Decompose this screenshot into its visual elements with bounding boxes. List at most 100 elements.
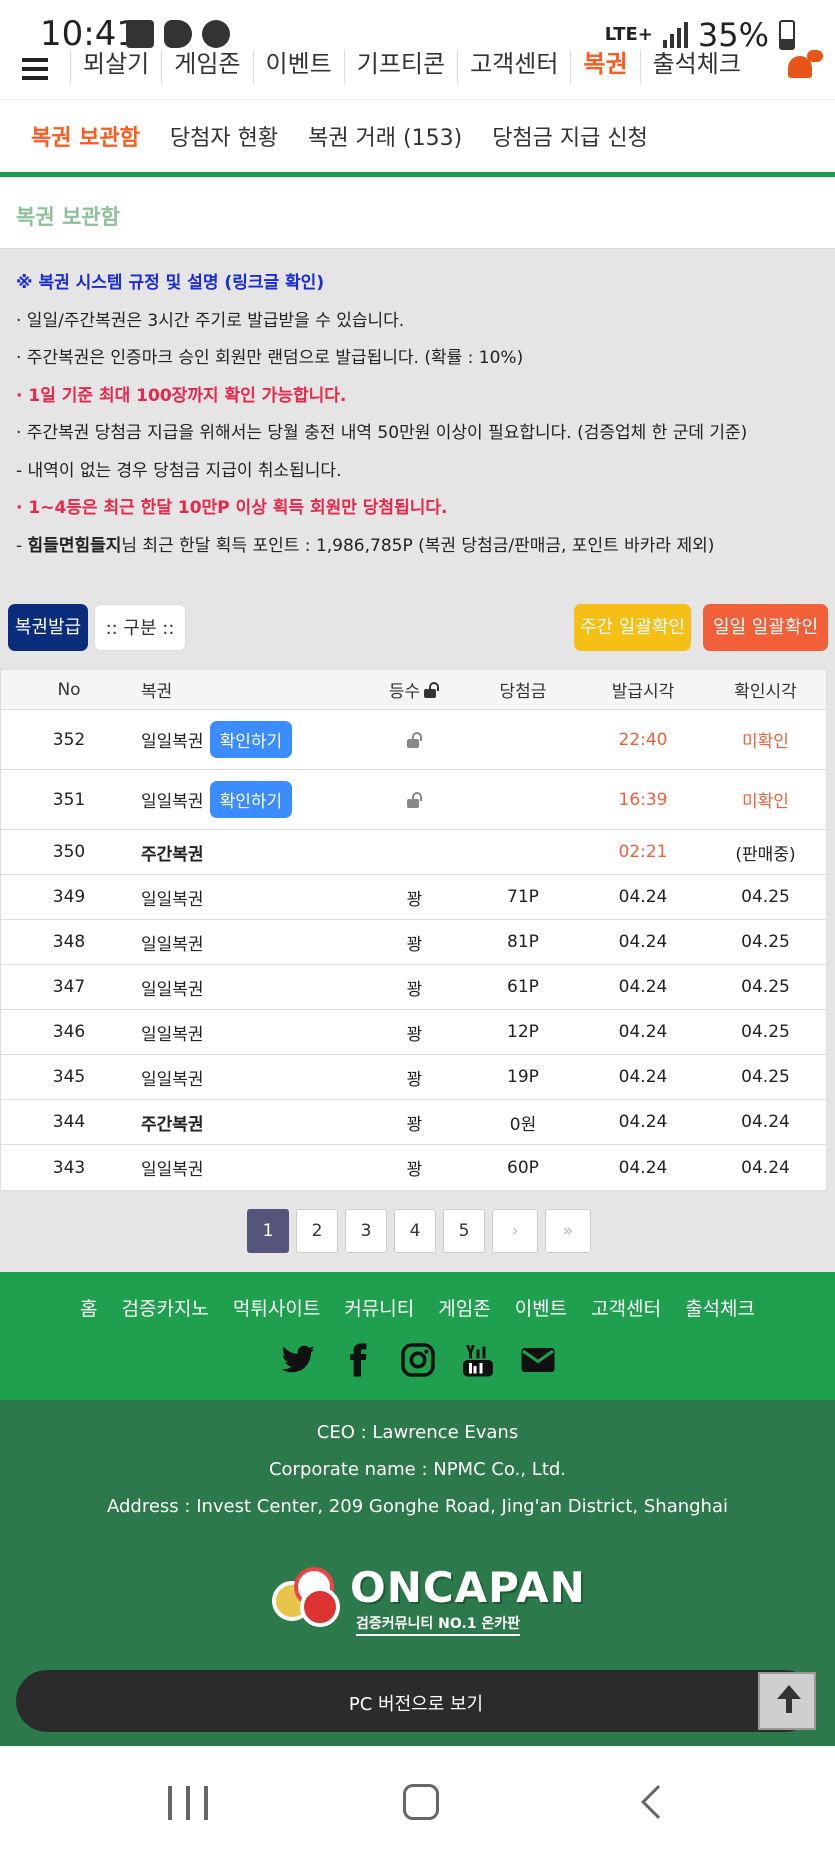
top-nav-items: 뫼살기 게임존 이벤트 기프티콘 고객센터 복권 출석체크 — [70, 50, 753, 84]
cell-checked: 04.25 — [741, 887, 790, 907]
cell-grade: 꽝 — [364, 1155, 465, 1180]
site-logo[interactable]: ONCAPAN 검증커뮤니티 NO.1 온카판 — [272, 1563, 585, 1636]
footer-link[interactable]: 검증카지노 — [122, 1294, 209, 1321]
daily-bulk-check-button[interactable]: 일일 일괄확인 — [703, 604, 828, 651]
category-select[interactable]: :: 구분 :: — [94, 604, 186, 651]
social-links — [0, 1342, 835, 1378]
pc-version-bar[interactable]: PC 버전으로 보기 — [16, 1670, 816, 1732]
table-row: 344 주간복권 꽝 0원 04.24 04.24 — [1, 1100, 826, 1145]
youtube-icon[interactable] — [460, 1342, 496, 1378]
back-icon[interactable] — [641, 1785, 675, 1819]
cell-no: 346 — [52, 1022, 86, 1042]
home-icon[interactable] — [403, 1784, 439, 1820]
bell-icon[interactable] — [785, 50, 823, 84]
table-row: 350 주간복권 02:21 (판매중) — [1, 830, 826, 875]
scroll-top-button[interactable] — [758, 1672, 816, 1730]
footer-link[interactable]: 커뮤니티 — [344, 1294, 414, 1321]
top-nav-item[interactable]: 출석체크 — [639, 50, 753, 84]
top-nav-item[interactable]: 기프티콘 — [343, 50, 457, 84]
header-no: No — [57, 679, 81, 700]
page-button[interactable]: 1 — [247, 1209, 289, 1253]
cell-issued: 16:39 — [618, 789, 668, 810]
footer-info: CEO : Lawrence Evans Corporate name : NP… — [0, 1400, 835, 1746]
cell-grade: 꽝 — [364, 930, 465, 955]
lottery-name: 일일복권 — [141, 1069, 204, 1090]
table-row: 345 일일복권 꽝 19P 04.24 04.25 — [1, 1055, 826, 1100]
page-button[interactable]: 4 — [394, 1209, 436, 1253]
cell-name: 일일복권 — [137, 1155, 364, 1180]
rules-heading-link[interactable]: ※ 복권 시스템 규정 및 설명 (링크글 확인) — [16, 265, 826, 303]
rule-line: · 주간복권은 인증마크 승인 회원만 랜덤으로 발급됩니다. (확률 : 10… — [16, 348, 524, 368]
lottery-name: 주간복권 — [141, 844, 204, 865]
points-text: 님 최근 한달 획득 포인트 : 1,986,785P (복권 당첨금/판매금,… — [121, 535, 715, 556]
footer-link[interactable]: 게임존 — [438, 1294, 490, 1321]
weekly-bulk-check-button[interactable]: 주간 일괄확인 — [574, 604, 691, 651]
cell-grade: 꽝 — [364, 1110, 465, 1135]
header-name-label: 복권 — [141, 682, 173, 702]
top-nav-item[interactable]: 이벤트 — [252, 50, 344, 84]
battery-icon — [779, 20, 795, 50]
unlock-icon[interactable] — [424, 681, 440, 698]
footer-corporate: Corporate name : NPMC Co., Ltd. — [268, 1459, 567, 1480]
confirm-button[interactable]: 확인하기 — [209, 781, 293, 818]
battery-percent: 35% — [697, 16, 769, 54]
top-nav-item[interactable]: 게임존 — [161, 50, 252, 84]
cell-issued: 02:21 — [618, 842, 668, 862]
mail-icon[interactable] — [520, 1342, 556, 1378]
footer-link[interactable]: 출석체크 — [685, 1294, 755, 1321]
grade-value: 꽝 — [406, 1069, 423, 1090]
lottery-name: 일일복권 — [141, 1160, 204, 1180]
cell-grade: 꽝 — [364, 885, 465, 910]
table-body: 352 일일복권 확인하기 22:40 미확인 351 일일복권 확인하기 16:39 미확인 35… — [1, 710, 826, 1190]
cell-name: 주간복권 — [137, 840, 364, 865]
cell-issued: 04.24 — [618, 1067, 668, 1087]
table-row: 352 일일복권 확인하기 22:40 미확인 — [1, 710, 826, 770]
footer-link[interactable]: 홈 — [80, 1294, 97, 1321]
twitter-icon[interactable] — [280, 1342, 316, 1378]
cell-no: 352 — [52, 729, 86, 750]
chat-app-icon — [202, 20, 230, 48]
page-button[interactable]: 5 — [443, 1209, 485, 1253]
grade-value: 꽝 — [406, 1114, 423, 1135]
facebook-icon[interactable] — [340, 1342, 376, 1378]
lottery-name: 주간복권 — [141, 1114, 204, 1135]
rule-line-points: - 힘들면힘들지님 최근 한달 획득 포인트 : 1,986,785P (복권 … — [16, 528, 826, 566]
last-page-icon[interactable]: » — [545, 1209, 591, 1253]
top-nav-item[interactable]: 뫼살기 — [70, 50, 161, 84]
confirm-button[interactable]: 확인하기 — [209, 721, 293, 758]
cell-checked: 04.25 — [741, 932, 790, 952]
sub-tab[interactable]: 복권 보관함 — [16, 120, 155, 152]
menu-icon[interactable] — [22, 58, 48, 85]
pc-version-label[interactable]: PC 버전으로 보기 — [16, 1690, 816, 1716]
footer-link[interactable]: 이벤트 — [515, 1294, 567, 1321]
table-row: 347 일일복권 꽝 61P 04.24 04.25 — [1, 965, 826, 1010]
cell-no: 344 — [52, 1112, 86, 1132]
table-row: 346 일일복권 꽝 12P 04.24 04.25 — [1, 1010, 826, 1055]
cell-prize: 81P — [507, 932, 539, 952]
page-button[interactable]: 2 — [296, 1209, 338, 1253]
footer-link[interactable]: 먹튀사이트 — [233, 1294, 320, 1321]
top-nav-item[interactable]: 복권 — [570, 50, 639, 84]
cell-grade — [364, 791, 465, 808]
instagram-icon[interactable] — [400, 1342, 436, 1378]
sub-tabs: 복권 보관함 당첨자 현황 복권 거래 (153) 당첨금 지급 신청 — [0, 100, 835, 172]
footer-link[interactable]: 고객센터 — [591, 1294, 661, 1321]
issue-lottery-button[interactable]: 복권발급 — [8, 604, 88, 651]
cell-prize: 12P — [507, 1022, 539, 1042]
sub-tab[interactable]: 당첨금 지급 신청 — [477, 120, 663, 152]
sub-tab[interactable]: 복권 거래 (153) — [293, 120, 477, 152]
top-nav-item[interactable]: 고객센터 — [457, 50, 570, 84]
rule-line: · 일일/주간복권은 3시간 주기로 발급받을 수 있습니다. — [16, 310, 405, 331]
sub-tab[interactable]: 당첨자 현황 — [155, 120, 293, 152]
grade-value: 꽝 — [406, 1160, 423, 1180]
page-button[interactable]: 3 — [345, 1209, 387, 1253]
grade-value: 꽝 — [406, 934, 423, 955]
table-row: 348 일일복권 꽝 81P 04.24 04.25 — [1, 920, 826, 965]
cell-issued: 04.24 — [618, 1112, 668, 1132]
logo-chips-icon — [272, 1567, 342, 1627]
grade-value: 꽝 — [406, 889, 423, 910]
header-grade-label: 등수 — [388, 682, 421, 702]
section-title: 복권 보관함 — [16, 205, 120, 229]
recent-apps-icon[interactable] — [168, 1786, 208, 1820]
next-page-icon[interactable]: › — [492, 1209, 538, 1253]
